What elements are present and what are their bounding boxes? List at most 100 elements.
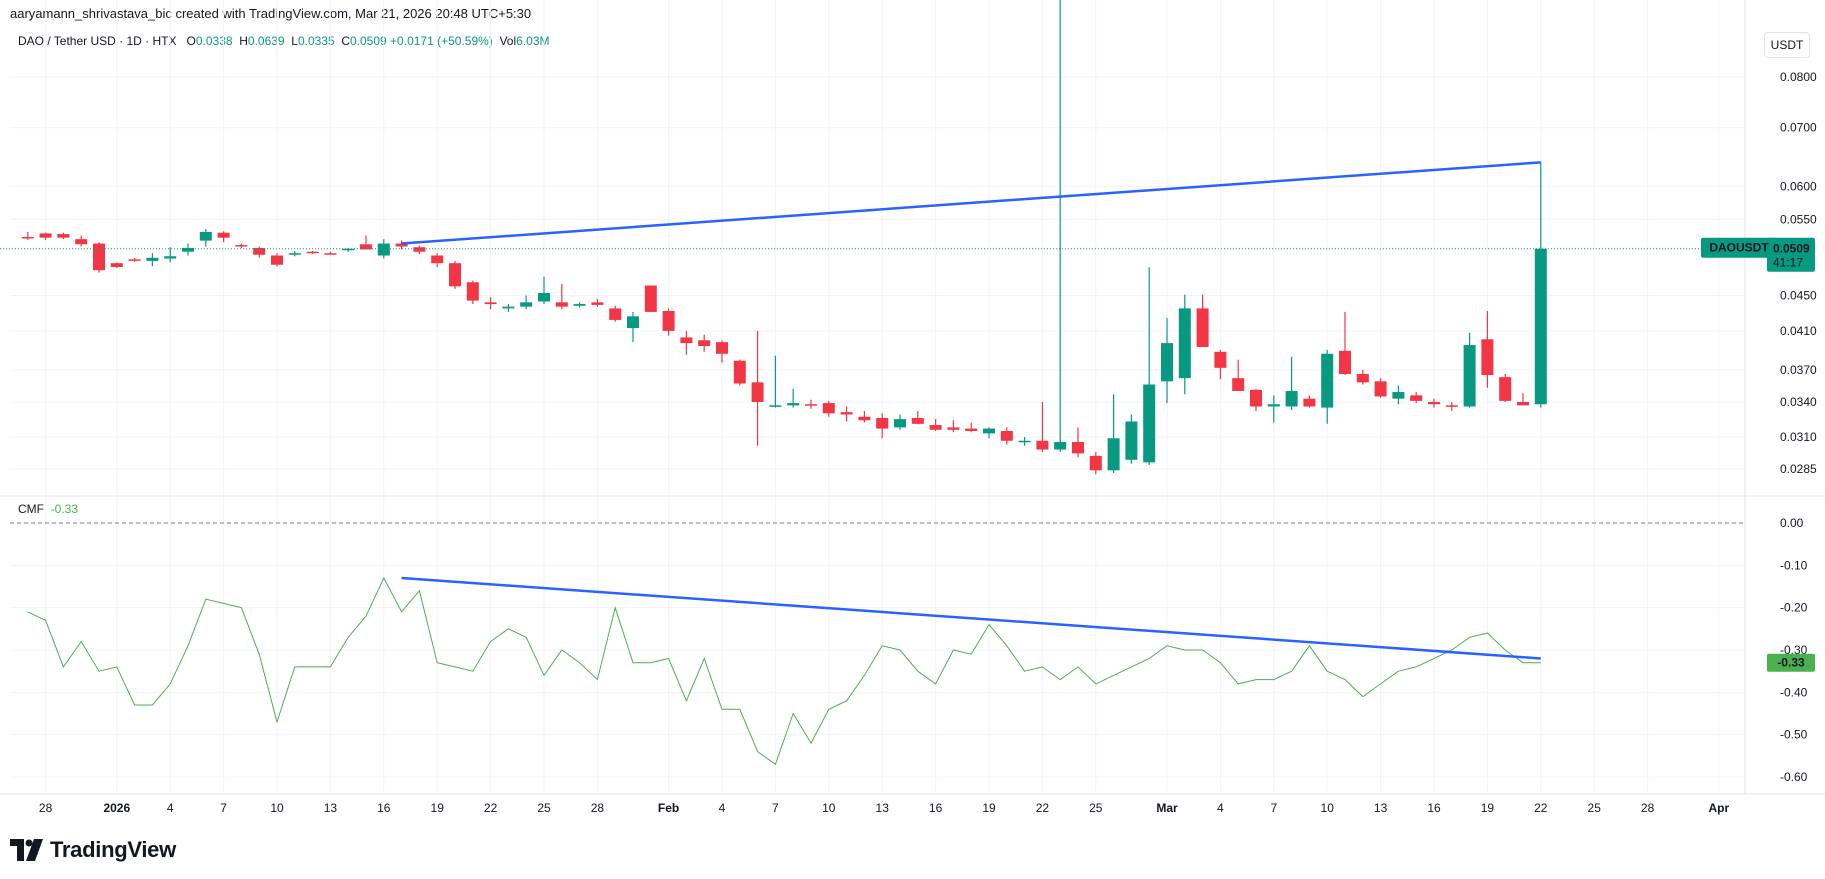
candle <box>733 359 746 386</box>
candle <box>1410 392 1423 404</box>
candle <box>1036 401 1049 453</box>
candle-body <box>965 428 978 431</box>
candle <box>413 245 426 254</box>
candle-body <box>698 340 711 346</box>
candle <box>520 295 533 310</box>
candle <box>93 242 105 273</box>
brand-name: TradingView <box>50 837 176 862</box>
candle <box>1143 267 1156 466</box>
cmf-axis-label-5: -0.50 <box>1780 728 1808 742</box>
time-axis-label-5: 13 <box>324 801 338 815</box>
cmf-tag-value: -0.33 <box>1777 656 1805 670</box>
candle-body <box>431 255 444 264</box>
time-axis-label-27: 22 <box>1534 801 1548 815</box>
time-axis-label-20: Mar <box>1156 801 1178 815</box>
candle <box>644 285 657 312</box>
candle-body <box>288 253 301 255</box>
candle-body <box>1000 430 1013 441</box>
time-axis-label-8: 22 <box>484 801 498 815</box>
candle-body <box>413 247 426 252</box>
candle-body <box>680 337 693 344</box>
candle-body <box>1410 395 1423 401</box>
time-axis-label-22: 7 <box>1270 801 1277 815</box>
candle <box>235 243 248 248</box>
candle <box>288 250 301 257</box>
time-axis-label-13: 7 <box>772 801 779 815</box>
time-axis-label-23: 10 <box>1321 801 1335 815</box>
candle-body <box>1517 401 1529 406</box>
price-axis-label-9: 0.0285 <box>1780 462 1817 476</box>
time-axis-label-25: 16 <box>1427 801 1441 815</box>
time-axis-label-9: 25 <box>537 801 551 815</box>
price-tag-value: 0.0509 <box>1773 242 1810 256</box>
candle <box>1463 332 1476 408</box>
chart-canvas[interactable]: 0.0800 0.0700 0.0600 0.0550 0.0450 0.0410 0.03… <box>0 0 1825 879</box>
candle-body <box>1356 373 1369 383</box>
candle <box>324 251 337 255</box>
candle-body <box>484 302 497 305</box>
tradingview-logo[interactable]: TradingView <box>10 836 176 864</box>
candle-body <box>1054 441 1067 450</box>
candle <box>965 422 978 433</box>
candle <box>1534 162 1547 408</box>
time-axis-label-18: 22 <box>1036 801 1050 815</box>
candle-body <box>1196 308 1209 347</box>
candle <box>21 231 34 240</box>
candle-body <box>324 253 337 255</box>
candle-body <box>1214 351 1227 368</box>
candle <box>1392 385 1405 405</box>
candles-group <box>21 0 1547 475</box>
candle-body <box>93 243 105 271</box>
candle-body <box>840 412 853 415</box>
candle <box>947 420 960 433</box>
candle-body <box>644 285 657 312</box>
candle-body <box>39 233 52 238</box>
candle-body <box>199 231 212 241</box>
cmf-axis-label-6: -0.60 <box>1780 770 1808 784</box>
candle-body <box>911 417 924 424</box>
candle <box>164 247 177 263</box>
candle <box>1000 427 1013 445</box>
candle-body <box>1303 398 1316 407</box>
candle <box>1232 359 1245 391</box>
candle <box>1054 0 1067 453</box>
time-axis-label-2: 4 <box>167 801 174 815</box>
candle-body <box>1481 339 1494 376</box>
candle-body <box>217 232 230 238</box>
candle-body <box>573 304 586 306</box>
candle <box>1321 349 1334 424</box>
time-axis-label-12: 4 <box>719 801 726 815</box>
candle <box>1196 294 1209 347</box>
candle <box>217 231 230 243</box>
time-axis-label-30: Apr <box>1708 801 1729 815</box>
candle <box>1089 452 1102 475</box>
symbol-tag-text: DAOUSDT <box>1709 241 1769 255</box>
tradingview-logo-icon <box>10 839 43 861</box>
time-axis-label-28: 25 <box>1588 801 1602 815</box>
candle <box>627 311 639 343</box>
candle-body <box>520 302 533 307</box>
candle-body <box>716 342 728 354</box>
candle <box>858 411 871 423</box>
candle-body <box>1463 345 1476 407</box>
time-axis-label-10: 28 <box>591 801 605 815</box>
candle <box>609 305 622 322</box>
candle-body <box>21 236 34 239</box>
candle-body <box>1534 248 1547 405</box>
candle-body <box>128 259 141 261</box>
candle <box>75 235 88 247</box>
candle <box>1072 427 1084 458</box>
candle-body <box>502 306 515 309</box>
candle-body <box>1089 455 1102 471</box>
time-axis-label-1: 2026 <box>103 801 130 815</box>
candle <box>1250 388 1262 412</box>
candle <box>484 297 497 310</box>
candle <box>787 388 800 408</box>
candle <box>1018 437 1031 446</box>
candle-body <box>1428 401 1440 405</box>
candle <box>716 340 728 363</box>
time-axis-label-15: 13 <box>876 801 890 815</box>
candle <box>1107 394 1120 474</box>
candle-body <box>929 425 942 430</box>
candle-body <box>1178 308 1191 379</box>
